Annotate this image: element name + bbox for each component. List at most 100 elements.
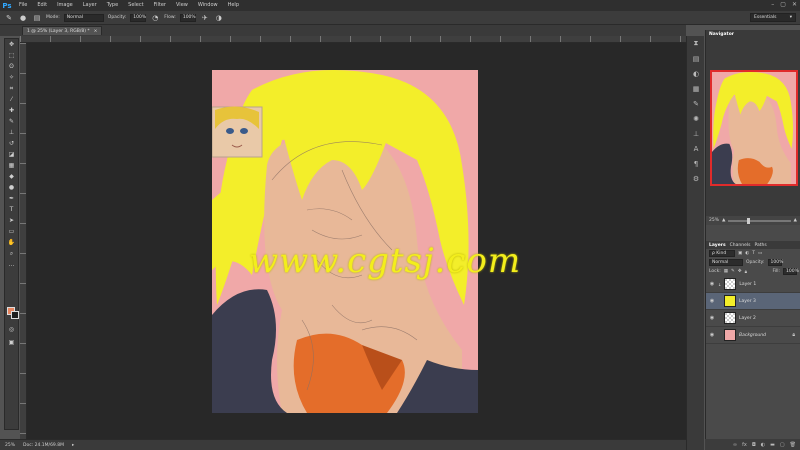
new-group-icon[interactable]: ▬ [770, 442, 775, 448]
screen-mode-icon[interactable]: ▣ [5, 337, 18, 348]
menu-window[interactable]: Window [193, 0, 223, 11]
workspace-switcher[interactable]: Essentials ▾ [750, 13, 796, 22]
menu-help[interactable]: Help [223, 0, 244, 11]
airbrush-icon[interactable]: ✈ [200, 13, 210, 23]
crop-tool-icon[interactable]: ⌗ [5, 83, 18, 94]
quick-mask-icon[interactable]: ◎ [5, 324, 18, 335]
brush-tool-preset-icon[interactable]: ✎ [4, 13, 14, 23]
mode-select[interactable]: Normal [63, 13, 104, 22]
lock-transparent-icon[interactable]: ▦ [724, 269, 728, 274]
marquee-tool-icon[interactable]: ⬚ [5, 50, 18, 61]
document-tab[interactable]: 1 @ 25% (Layer 3, RGB/8) * × [22, 26, 103, 35]
navigator-preview[interactable] [710, 70, 798, 186]
status-zoom[interactable]: 25% [5, 443, 15, 448]
history-brush-tool-icon[interactable]: ↺ [5, 138, 18, 149]
visibility-eye-icon[interactable]: ◉ [709, 298, 715, 304]
delete-layer-icon[interactable]: 🗑︎ [790, 442, 796, 448]
gradient-tool-icon[interactable]: ▦ [5, 160, 18, 171]
history-panel-icon[interactable]: ⧗ [687, 36, 705, 51]
quick-select-tool-icon[interactable]: ✧ [5, 72, 18, 83]
menu-select[interactable]: Select [123, 0, 148, 11]
hand-tool-icon[interactable]: ✋ [5, 237, 18, 248]
visibility-eye-icon[interactable]: ◉ [709, 315, 715, 321]
brush-panel-toggle-icon[interactable]: ▤ [32, 13, 42, 23]
lock-pixels-icon[interactable]: ✎ [731, 269, 735, 274]
new-layer-icon[interactable]: ▢ [780, 442, 785, 448]
layer-row[interactable]: ◉ Layer 3 [706, 293, 800, 310]
close-icon[interactable]: ✕ [792, 1, 797, 8]
eyedropper-tool-icon[interactable]: ⁄ [5, 94, 18, 105]
menu-type[interactable]: Type [102, 0, 123, 11]
zoom-tool-icon[interactable]: ⌕ [5, 248, 18, 259]
blur-tool-icon[interactable]: ◆ [5, 171, 18, 182]
tab-channels[interactable]: Channels [730, 243, 751, 248]
layer-row[interactable]: ◉ Layer 2 [706, 310, 800, 327]
visibility-eye-icon[interactable]: ◉ [709, 332, 715, 338]
layer-opacity-input[interactable]: 100% [767, 259, 783, 266]
menu-file[interactable]: File [14, 0, 32, 11]
link-layers-icon[interactable]: ∞ [733, 442, 737, 448]
layer-row[interactable]: ◉ ↓ Layer 1 [706, 276, 800, 293]
rectangle-tool-icon[interactable]: ▭ [5, 226, 18, 237]
lock-position-icon[interactable]: ✥ [738, 269, 742, 274]
minimize-icon[interactable]: – [771, 1, 774, 8]
clone-source-icon[interactable]: ⊥ [687, 126, 705, 141]
lasso-tool-icon[interactable]: ʘ [5, 61, 18, 72]
status-doc-size[interactable]: Doc: 24.1M/69.8M [23, 443, 64, 448]
menu-layer[interactable]: Layer [78, 0, 102, 11]
more-tools-icon[interactable]: … [5, 259, 18, 270]
canvas-workspace[interactable]: www.cgtsj.com [27, 43, 686, 439]
zoom-out-icon[interactable]: ▲ [722, 218, 725, 223]
layer-style-icon[interactable]: fx [742, 442, 747, 448]
healing-brush-tool-icon[interactable]: ✚ [5, 105, 18, 116]
move-tool-icon[interactable]: ✥ [5, 39, 18, 50]
layer-name[interactable]: Background [739, 333, 766, 338]
fill-input[interactable]: 100% [783, 268, 799, 275]
navigator-zoom-value[interactable]: 25% [709, 218, 719, 223]
brush-presets-icon[interactable]: ✺ [687, 111, 705, 126]
layer-name[interactable]: Layer 2 [739, 316, 756, 321]
type-tool-icon[interactable]: T [5, 204, 18, 215]
zoom-slider-knob[interactable] [747, 217, 751, 224]
adjustment-layer-icon[interactable]: ◐ [761, 442, 765, 448]
blend-mode-select[interactable]: Normal [709, 259, 743, 266]
tool-presets-icon[interactable]: ⚙ [687, 171, 705, 186]
layer-row[interactable]: ◉ Background 🔒︎ [706, 327, 800, 344]
add-mask-icon[interactable]: ◘ [752, 442, 756, 448]
character-panel-icon[interactable]: A [687, 141, 705, 156]
opacity-input[interactable]: 100% [130, 13, 147, 22]
menu-filter[interactable]: Filter [149, 0, 171, 11]
pressure-size-icon[interactable]: ◑ [214, 13, 224, 23]
layer-name[interactable]: Layer 1 [739, 282, 756, 287]
lock-all-icon[interactable]: 🔒︎ [745, 269, 747, 275]
menu-view[interactable]: View [171, 0, 193, 11]
background-color-swatch[interactable] [11, 311, 19, 319]
tab-close-icon[interactable]: × [94, 29, 98, 34]
pressure-opacity-icon[interactable]: ◔ [150, 13, 160, 23]
brush-tool-icon[interactable]: ✎ [5, 116, 18, 127]
tab-paths[interactable]: Paths [754, 243, 766, 248]
tab-navigator[interactable]: Navigator [709, 32, 734, 37]
filter-shape-icon[interactable]: ▭ [758, 251, 762, 256]
paragraph-panel-icon[interactable]: ¶ [687, 156, 705, 171]
path-selection-tool-icon[interactable]: ➤ [5, 215, 18, 226]
brush-panel-icon[interactable]: ✎ [687, 96, 705, 111]
zoom-slider[interactable] [728, 217, 791, 224]
maximize-icon[interactable]: ▢ [780, 1, 786, 8]
flow-input[interactable]: 100% [179, 13, 196, 22]
visibility-eye-icon[interactable]: ◉ [709, 281, 715, 287]
filter-pixel-icon[interactable]: ▣ [738, 251, 742, 256]
properties-panel-icon[interactable]: ▤ [687, 51, 705, 66]
dodge-tool-icon[interactable]: ● [5, 182, 18, 193]
filter-adjust-icon[interactable]: ◐ [745, 251, 749, 256]
pen-tool-icon[interactable]: ✒ [5, 193, 18, 204]
status-arrow-icon[interactable]: ▸ [72, 443, 74, 448]
tab-layers[interactable]: Layers [709, 243, 726, 248]
layer-kind-filter[interactable]: ρ Kind [709, 250, 735, 257]
filter-type-icon[interactable]: T [752, 251, 755, 256]
styles-panel-icon[interactable]: ▦ [687, 81, 705, 96]
zoom-in-icon[interactable]: ▲ [794, 218, 797, 223]
menu-image[interactable]: Image [52, 0, 78, 11]
layer-name[interactable]: Layer 3 [739, 299, 756, 304]
brush-size-icon[interactable]: ● [18, 13, 28, 23]
